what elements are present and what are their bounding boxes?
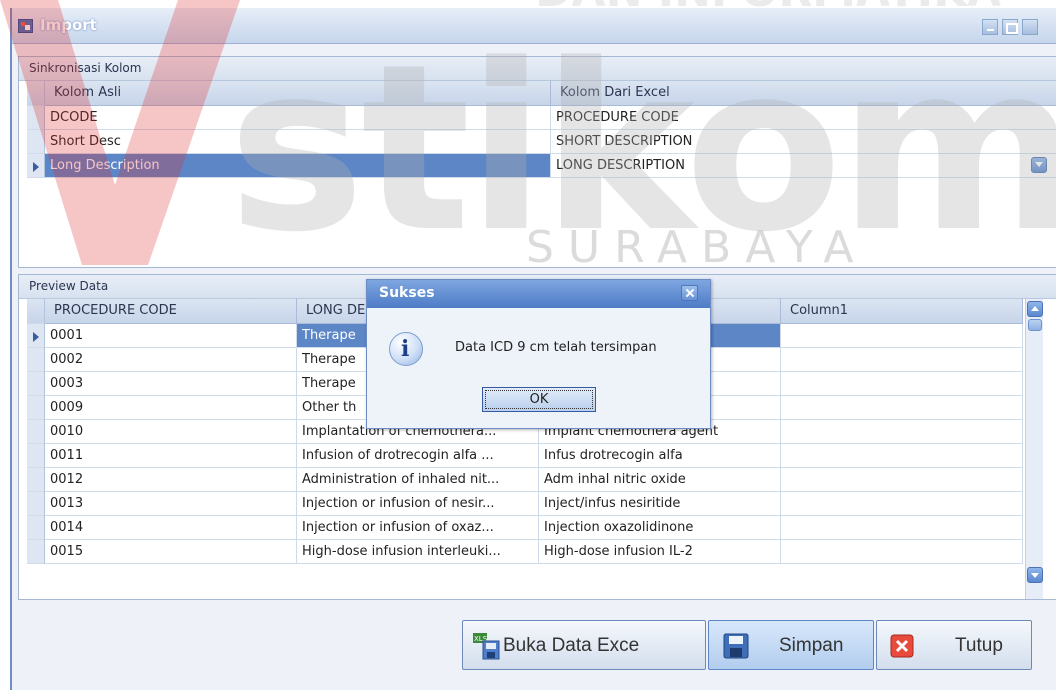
table-row[interactable]: Infus drotrecogin alfa (539, 444, 781, 468)
table-row[interactable]: Injection or infusion of oxaz... (297, 516, 539, 540)
table-row[interactable] (781, 492, 1023, 516)
table-row[interactable]: Short Desc (45, 130, 551, 154)
table-row-selected[interactable]: Long Description (45, 154, 551, 178)
row-selector[interactable] (27, 348, 45, 372)
table-row[interactable]: Administration of inhaled nit... (297, 468, 539, 492)
table-row[interactable]: 0012 (45, 468, 297, 492)
current-row-arrow-icon (33, 162, 39, 172)
table-row[interactable]: Injection or infusion of nesir... (297, 492, 539, 516)
simpan-button[interactable]: Simpan (708, 620, 874, 670)
preview-col-header-column1[interactable]: Column1 (781, 299, 1023, 324)
sync-col-header-excel[interactable]: Kolom Dari Excel (551, 81, 1056, 106)
table-row[interactable]: LONG DESCRIPTION (551, 154, 1056, 178)
dialog-title: Sukses (379, 285, 435, 301)
row-selector-current[interactable] (27, 154, 45, 178)
table-row[interactable]: High-dose infusion interleuki... (297, 540, 539, 564)
table-row[interactable]: 0001 (45, 324, 297, 348)
table-row[interactable]: 0014 (45, 516, 297, 540)
table-row[interactable]: PROCEDURE CODE (551, 106, 1056, 130)
simpan-button-label: Simpan (779, 635, 844, 656)
scroll-down-icon[interactable] (1027, 567, 1043, 583)
preview-vertical-scrollbar[interactable] (1025, 299, 1043, 599)
scroll-thumb[interactable] (1028, 319, 1042, 331)
table-row[interactable]: 0002 (45, 348, 297, 372)
current-row-arrow-icon (33, 332, 39, 342)
table-row[interactable]: 0009 (45, 396, 297, 420)
tutup-button[interactable]: Tutup (876, 620, 1032, 670)
dialog-close-icon[interactable] (681, 285, 698, 301)
table-row[interactable]: SHORT DESCRIPTION (551, 130, 1056, 154)
table-row[interactable]: Inject/infus nesiritide (539, 492, 781, 516)
chevron-down-icon[interactable] (1031, 157, 1047, 173)
table-row[interactable]: DCODE (45, 106, 551, 130)
preview-corner (27, 299, 45, 324)
row-selector[interactable] (27, 468, 45, 492)
table-row[interactable]: High-dose infusion IL-2 (539, 540, 781, 564)
table-row[interactable] (781, 348, 1023, 372)
table-row[interactable] (781, 324, 1023, 348)
tutup-button-label: Tutup (955, 635, 1003, 656)
table-row[interactable]: Infusion of drotrecogin alfa ... (297, 444, 539, 468)
window-title: Import (40, 16, 97, 34)
table-row[interactable] (781, 516, 1023, 540)
table-row[interactable]: 0015 (45, 540, 297, 564)
sync-column-group: Sinkronisasi Kolom Kolom Asli Kolom Dari… (18, 56, 1056, 268)
preview-group-title: Preview Data (29, 279, 109, 293)
row-selector[interactable] (27, 420, 45, 444)
row-selector[interactable] (27, 540, 45, 564)
window-titlebar: Import (12, 8, 1056, 44)
scroll-up-icon[interactable] (1027, 301, 1043, 317)
sync-group-title: Sinkronisasi Kolom (29, 61, 142, 75)
table-row[interactable] (781, 444, 1023, 468)
table-row[interactable]: 0013 (45, 492, 297, 516)
sync-corner (27, 81, 45, 106)
floppy-disk-icon (723, 633, 749, 659)
row-selector[interactable] (27, 106, 45, 130)
dialog-titlebar: Sukses (367, 280, 710, 308)
info-icon: i (389, 332, 423, 366)
row-selector-current[interactable] (27, 324, 45, 348)
table-row[interactable] (781, 372, 1023, 396)
close-window-button[interactable] (1022, 19, 1038, 35)
row-selector[interactable] (27, 444, 45, 468)
table-row[interactable]: 0011 (45, 444, 297, 468)
excel-file-icon: XLS (473, 633, 500, 660)
success-dialog: Sukses i Data ICD 9 cm telah tersimpan O… (366, 279, 711, 429)
table-row[interactable]: 0010 (45, 420, 297, 444)
row-selector[interactable] (27, 396, 45, 420)
minimize-button[interactable] (982, 19, 998, 35)
table-row[interactable] (781, 540, 1023, 564)
table-row[interactable]: Injection oxazolidinone (539, 516, 781, 540)
app-icon (18, 19, 33, 33)
table-row[interactable]: Adm inhal nitric oxide (539, 468, 781, 492)
dialog-message: Data ICD 9 cm telah tersimpan (455, 340, 657, 355)
ok-button[interactable]: OK (482, 387, 596, 412)
table-row[interactable]: 0003 (45, 372, 297, 396)
sync-group-header: Sinkronisasi Kolom (19, 57, 1056, 81)
row-selector[interactable] (27, 372, 45, 396)
buka-button-label: Buka Data Exce (503, 635, 640, 656)
preview-col-header-procedure-code[interactable]: PROCEDURE CODE (45, 299, 297, 324)
table-row[interactable] (781, 396, 1023, 420)
buka-data-excel-button[interactable]: XLS Buka Data Exce (462, 620, 706, 670)
close-x-icon (890, 634, 914, 658)
table-row[interactable] (781, 420, 1023, 444)
row-selector[interactable] (27, 492, 45, 516)
row-selector[interactable] (27, 516, 45, 540)
maximize-button[interactable] (1002, 19, 1018, 35)
row-selector[interactable] (27, 130, 45, 154)
sync-col-header-asli[interactable]: Kolom Asli (45, 81, 551, 106)
table-row[interactable] (781, 468, 1023, 492)
